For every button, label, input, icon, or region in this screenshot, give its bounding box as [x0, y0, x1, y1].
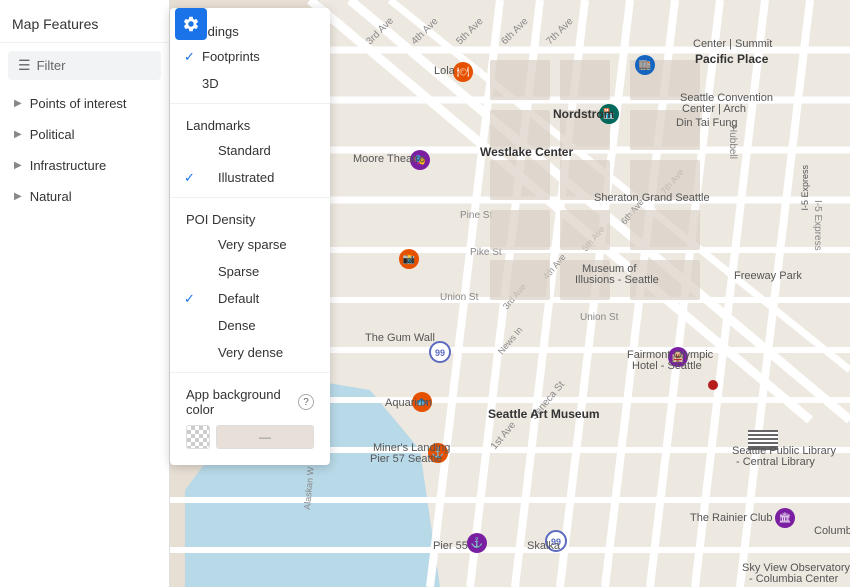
chevron-right-icon-3: ▶	[14, 160, 22, 171]
item-label-sparse: Sparse	[218, 264, 259, 279]
divider-1	[170, 103, 330, 104]
item-label-dense: Dense	[218, 318, 256, 333]
sidebar-item-label-natural: Natural	[30, 189, 72, 204]
svg-text:I-5 Express: I-5 Express	[812, 200, 823, 251]
svg-text:Union St: Union St	[580, 312, 619, 323]
sidebar: Map Features ☰ Filter ▶ Points of intere…	[0, 0, 170, 587]
dropdown-item-illustrated[interactable]: Illustrated	[170, 164, 330, 191]
dropdown-item-default[interactable]: Default	[170, 285, 330, 312]
sidebar-item-poi[interactable]: ▶ Points of interest	[0, 88, 169, 119]
svg-text:99: 99	[551, 537, 561, 547]
svg-text:Pine St: Pine St	[460, 210, 492, 221]
item-label-footprints: Footprints	[202, 49, 260, 64]
dropdown-item-very-dense[interactable]: Very dense	[170, 339, 330, 366]
sidebar-item-infrastructure[interactable]: ▶ Infrastructure	[0, 150, 169, 181]
dropdown-item-dense[interactable]: Dense	[170, 312, 330, 339]
dropdown-item-3d[interactable]: 3D	[170, 70, 330, 97]
item-label-very-sparse: Very sparse	[218, 237, 287, 252]
item-label-very-dense: Very dense	[218, 345, 283, 360]
chevron-right-icon-2: ▶	[14, 129, 22, 140]
sidebar-item-label-infrastructure: Infrastructure	[30, 158, 107, 173]
info-icon[interactable]: ?	[298, 394, 314, 410]
filter-bar[interactable]: ☰ Filter	[8, 51, 161, 80]
item-label-standard: Standard	[218, 143, 271, 158]
dropdown-item-standard[interactable]: Standard	[170, 137, 330, 164]
color-value: —	[259, 430, 271, 444]
dropdown-panel: Buildings Footprints 3D Landmarks Standa…	[170, 8, 330, 465]
dropdown-item-sparse[interactable]: Sparse	[170, 258, 330, 285]
svg-text:99: 99	[435, 348, 445, 358]
bg-color-label: App background color	[186, 387, 290, 417]
item-label-illustrated: Illustrated	[218, 170, 274, 185]
filter-icon: ☰	[18, 57, 31, 74]
item-label-3d: 3D	[202, 76, 219, 91]
svg-text:Hubbell: Hubbell	[727, 125, 738, 159]
sidebar-item-label-poi: Points of interest	[30, 96, 127, 111]
section-label-landmarks: Landmarks	[170, 110, 330, 137]
dropdown-item-footprints[interactable]: Footprints	[170, 43, 330, 70]
filter-label: Filter	[37, 58, 66, 73]
sidebar-item-natural[interactable]: ▶ Natural	[0, 181, 169, 212]
sidebar-item-label-political: Political	[30, 127, 75, 142]
item-label-default: Default	[218, 291, 259, 306]
divider-2	[170, 197, 330, 198]
color-box[interactable]: —	[216, 425, 314, 449]
chevron-right-icon-4: ▶	[14, 191, 22, 202]
section-label-poi-density: POI Density	[170, 204, 330, 231]
color-swatch-container: —	[170, 425, 330, 457]
sidebar-title: Map Features	[0, 0, 169, 43]
gear-button[interactable]	[175, 8, 207, 40]
checker-swatch[interactable]	[186, 425, 210, 449]
divider-3	[170, 372, 330, 373]
bg-color-row: App background color ?	[170, 379, 330, 425]
dropdown-item-very-sparse[interactable]: Very sparse	[170, 231, 330, 258]
sidebar-item-political[interactable]: ▶ Political	[0, 119, 169, 150]
svg-text:Union St: Union St	[440, 292, 479, 303]
chevron-right-icon: ▶	[14, 98, 22, 109]
